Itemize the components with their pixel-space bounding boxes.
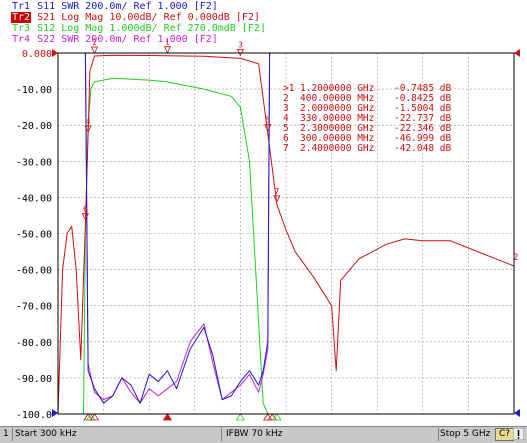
calibration-badge[interactable]: C? xyxy=(495,428,514,441)
marker-table: >1 1.2000000 GHz -0.7485 dB2 400.00000 MHz -… xyxy=(283,83,451,154)
chart-plot[interactable]: 0.000 -10.00 -20.00 -30.00 -40.00 -50.00 -60.0… xyxy=(0,0,527,426)
marker-label-1: 1 xyxy=(165,38,170,47)
marker-label-7: 7 xyxy=(274,187,279,196)
y-tick-label: -40.00 xyxy=(16,193,52,204)
vna-window: Tr1 S11 SWR 200.0m/ Ref 1.000 [F2] Tr2 S… xyxy=(0,0,527,443)
y-tick-label: -50.00 xyxy=(16,230,52,241)
y-tick-label: -60.00 xyxy=(16,266,52,277)
y-tick-label: 0.000 xyxy=(22,49,52,60)
start-frequency[interactable]: Start 300 kHz xyxy=(15,428,77,441)
marker-label-3: 3 xyxy=(238,40,243,49)
marker-row-prefix: 7 xyxy=(283,143,289,154)
y-tick-label: -30.00 xyxy=(16,157,52,168)
status-divider xyxy=(12,428,13,441)
stop-frequency[interactable]: Stop 5 GHz xyxy=(440,428,490,441)
marker-label-6: 6 xyxy=(83,205,88,214)
y-tick-label: -10.00 xyxy=(16,85,52,96)
status-divider xyxy=(221,428,222,441)
marker-label-2: 2 xyxy=(92,38,97,47)
status-divider xyxy=(438,428,439,441)
y-tick-label: -80.00 xyxy=(16,338,52,349)
y-tick-label: -20.00 xyxy=(16,121,52,132)
marker-label-4: 4 xyxy=(86,117,91,126)
marker-label-5: 5 xyxy=(265,116,270,125)
ifbw[interactable]: IFBW 70 kHz xyxy=(226,428,282,441)
warning-icon xyxy=(513,428,524,440)
y-tick-label: -90.00 xyxy=(16,374,52,385)
marker-row-frequency: 2.4000000 GHz xyxy=(300,143,374,154)
y-tick-label: -70.00 xyxy=(16,302,52,313)
y-tick-label: -100.0 xyxy=(16,410,52,421)
status-bar: 1 Start 300 kHz IFBW 70 kHz Stop 5 GHz C… xyxy=(0,426,527,443)
channel-number[interactable]: 1 xyxy=(3,428,11,441)
marker-row-value: -42.048 dB xyxy=(394,143,451,154)
